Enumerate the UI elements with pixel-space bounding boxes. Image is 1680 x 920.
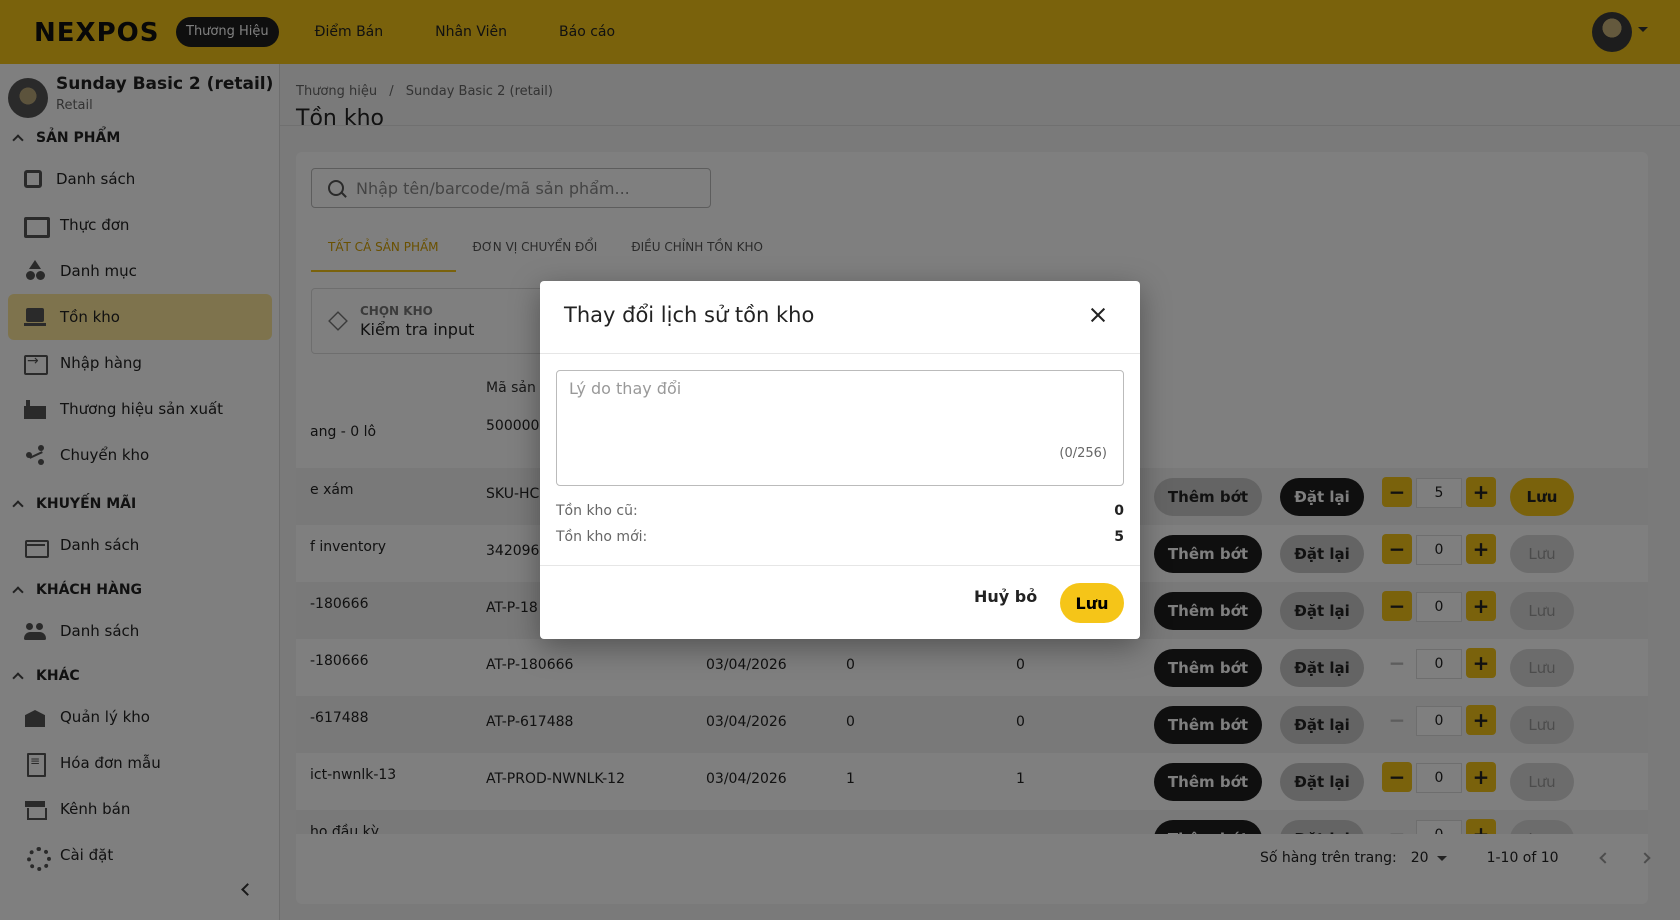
new-stock-row: Tồn kho mới: 5 — [556, 529, 1124, 545]
old-stock-value: 0 — [1114, 503, 1124, 519]
close-icon[interactable] — [1085, 303, 1111, 329]
stock-history-dialog: Thay đổi lịch sử tồn kho (0/256) Tồn kho… — [540, 281, 1140, 639]
new-stock-value: 5 — [1114, 529, 1124, 545]
dialog-divider — [540, 565, 1140, 566]
reason-field[interactable]: (0/256) — [556, 370, 1124, 486]
save-button[interactable]: Lưu — [1060, 583, 1124, 623]
dialog-divider — [540, 353, 1140, 354]
reason-input[interactable] — [569, 379, 1109, 449]
old-stock-row: Tồn kho cũ: 0 — [556, 503, 1124, 519]
cancel-button[interactable]: Huỷ bỏ — [974, 587, 1037, 606]
new-stock-label: Tồn kho mới: — [556, 529, 648, 545]
dialog-title: Thay đổi lịch sử tồn kho — [564, 303, 815, 327]
char-counter: (0/256) — [1059, 446, 1107, 461]
old-stock-label: Tồn kho cũ: — [556, 503, 638, 519]
